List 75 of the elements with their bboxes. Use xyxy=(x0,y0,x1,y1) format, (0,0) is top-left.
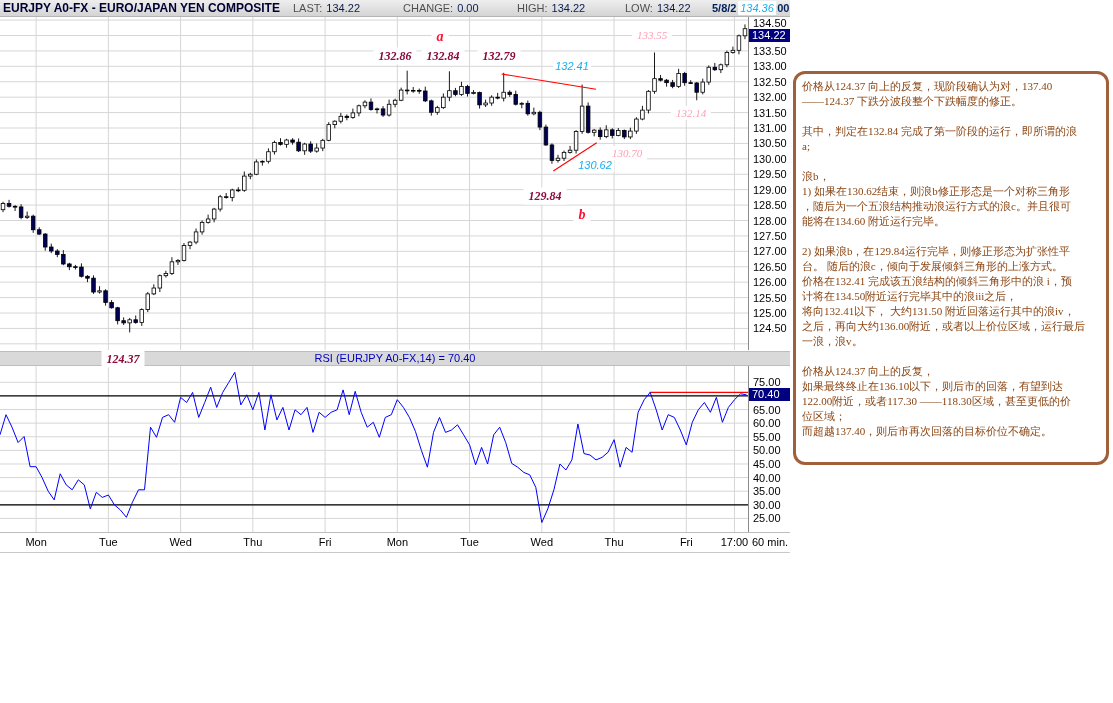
candlestick xyxy=(742,23,748,40)
axis-label: 129.50 xyxy=(753,168,787,181)
axis-label: Tue xyxy=(99,536,118,548)
axis-label: 132.50 xyxy=(753,75,787,88)
axis-label: 55.00 xyxy=(753,430,781,443)
axis-label: 126.50 xyxy=(753,260,787,273)
axis-label: 75.00 xyxy=(753,376,781,389)
stat-label: HIGH: xyxy=(517,2,548,14)
axis-label: Mon xyxy=(386,536,409,548)
timestamp-text: :00 xyxy=(773,2,790,14)
commentary-paragraph: 2) 如果浪b，在129.84运行完毕，则修正形态为扩张性平 台。 随后的浪c，倾向于发展倾斜三角形的上涨方式。 价格在132.41 完成该五浪结构的倾斜三角形中的浪 i，预 计将在134.50附近运行完毕其中的浪iii之后， 将向132.41以下， 大约131.50 附近回落运行其中的浪iv， 之后，再向大约136.00附近，或者以上价位区域，运行最后 一浪，浪v。 xyxy=(802,244,1087,349)
commentary-paragraph: 价格从124.37 向上的反复， 如果最终终止在136.10以下，则后市的回落，有望到达 122.00附近，或者117.30 ——118.30区域，甚至更低的价 位区域； 而超越137.40，则后市再次回落的目标价位不确定。 xyxy=(802,364,1072,439)
axis-label: 17:00 xyxy=(720,536,749,548)
axis-label: 60.00 xyxy=(753,417,781,430)
axis-label: 131.00 xyxy=(753,122,787,134)
axis-label: Fri xyxy=(318,536,332,548)
stat-label: LOW: xyxy=(625,2,653,14)
axis-label: Thu xyxy=(604,536,624,548)
stat-value: 134.22 xyxy=(326,2,360,14)
interval-label: 60 min. xyxy=(752,536,789,548)
axis-label: 127.50 xyxy=(753,229,787,242)
axis-label: 45.00 xyxy=(753,457,781,470)
chart-title: EURJPY A0-FX - EURO/JAPAN YEN COMPOSITE xyxy=(3,1,281,15)
axis-label: 30.00 xyxy=(753,498,781,511)
timestamp-text: 5/8/2 xyxy=(712,2,737,14)
candlestick xyxy=(555,154,561,163)
axis-label: 133.50 xyxy=(753,44,787,57)
stat-label: LAST: xyxy=(293,2,323,14)
price-label: 129.84 xyxy=(523,187,567,205)
axis-label: 35.00 xyxy=(753,485,781,498)
price-label: 132.41 xyxy=(553,59,591,73)
commentary-paragraph: 其中，判定在132.84 完成了第一阶段的运行，即所谓的浪 a; xyxy=(802,124,1078,154)
axis-label: 131.50 xyxy=(753,106,787,119)
candlestick xyxy=(549,142,555,165)
axis-label: Tue xyxy=(460,536,479,548)
stat-label: CHANGE: xyxy=(403,2,454,14)
stat-value: 134.22 xyxy=(656,2,691,14)
axis-label: 129.00 xyxy=(753,183,787,196)
axis-label: 65.00 xyxy=(753,403,781,416)
axis-label: 126.00 xyxy=(753,276,787,289)
axis-label: 50.00 xyxy=(753,444,781,457)
candlestick xyxy=(567,145,573,155)
commentary-paragraph: 浪b， 1) 如果在130.62结束，则浪b修正形态是一个对称三角形 ，随后为一个五浪结构推动浪运行方式的浪c。并且很可 能将在134.60 附近运行完毕。 xyxy=(802,169,1072,229)
price-label: 132.14 xyxy=(670,106,712,120)
axis-label: 125.00 xyxy=(753,307,787,319)
stat-value: 0.00 xyxy=(457,2,479,14)
price-label: 132.86 xyxy=(373,47,417,65)
axis-label: 127.00 xyxy=(753,245,787,258)
axis-label: Mon xyxy=(25,536,47,548)
axis-label: 125.50 xyxy=(753,291,787,304)
price-label: 124.37 xyxy=(101,350,145,368)
candlestick xyxy=(175,258,181,266)
candlestick xyxy=(181,242,187,262)
axis-label: 130.00 xyxy=(753,152,787,165)
candlestick xyxy=(374,107,380,114)
indicator-value-tag: 70.40 xyxy=(749,388,790,402)
commentary-paragraph: 价格从124.37 向上的反复，现阶段确认为对，137.40 ——124.37 下跌分波段整个下跌幅度的修正。 xyxy=(802,79,1054,109)
axis-label: Wed xyxy=(169,536,192,548)
axis-label: 124.50 xyxy=(753,322,787,335)
axis-label: 128.00 xyxy=(753,214,787,227)
axis-label: 130.50 xyxy=(753,137,787,150)
stat-value: 134.22 xyxy=(551,2,586,14)
axis-label: 133.00 xyxy=(753,60,787,73)
last-price-tag: 134.22 xyxy=(749,29,790,42)
candlestick xyxy=(6,199,12,208)
axis-label: Thu xyxy=(243,536,263,548)
axis-label: 128.50 xyxy=(753,199,787,212)
axis-label: 132.00 xyxy=(753,91,787,104)
axis-label: 134.50 xyxy=(753,17,787,29)
axis-label: Wed xyxy=(530,536,553,548)
axis-label: 40.00 xyxy=(753,471,781,484)
axis-label: Fri xyxy=(679,536,693,548)
axis-label: 25.00 xyxy=(753,512,781,525)
wave-label: b xyxy=(573,206,591,224)
price-label: 130.62 xyxy=(576,158,614,172)
